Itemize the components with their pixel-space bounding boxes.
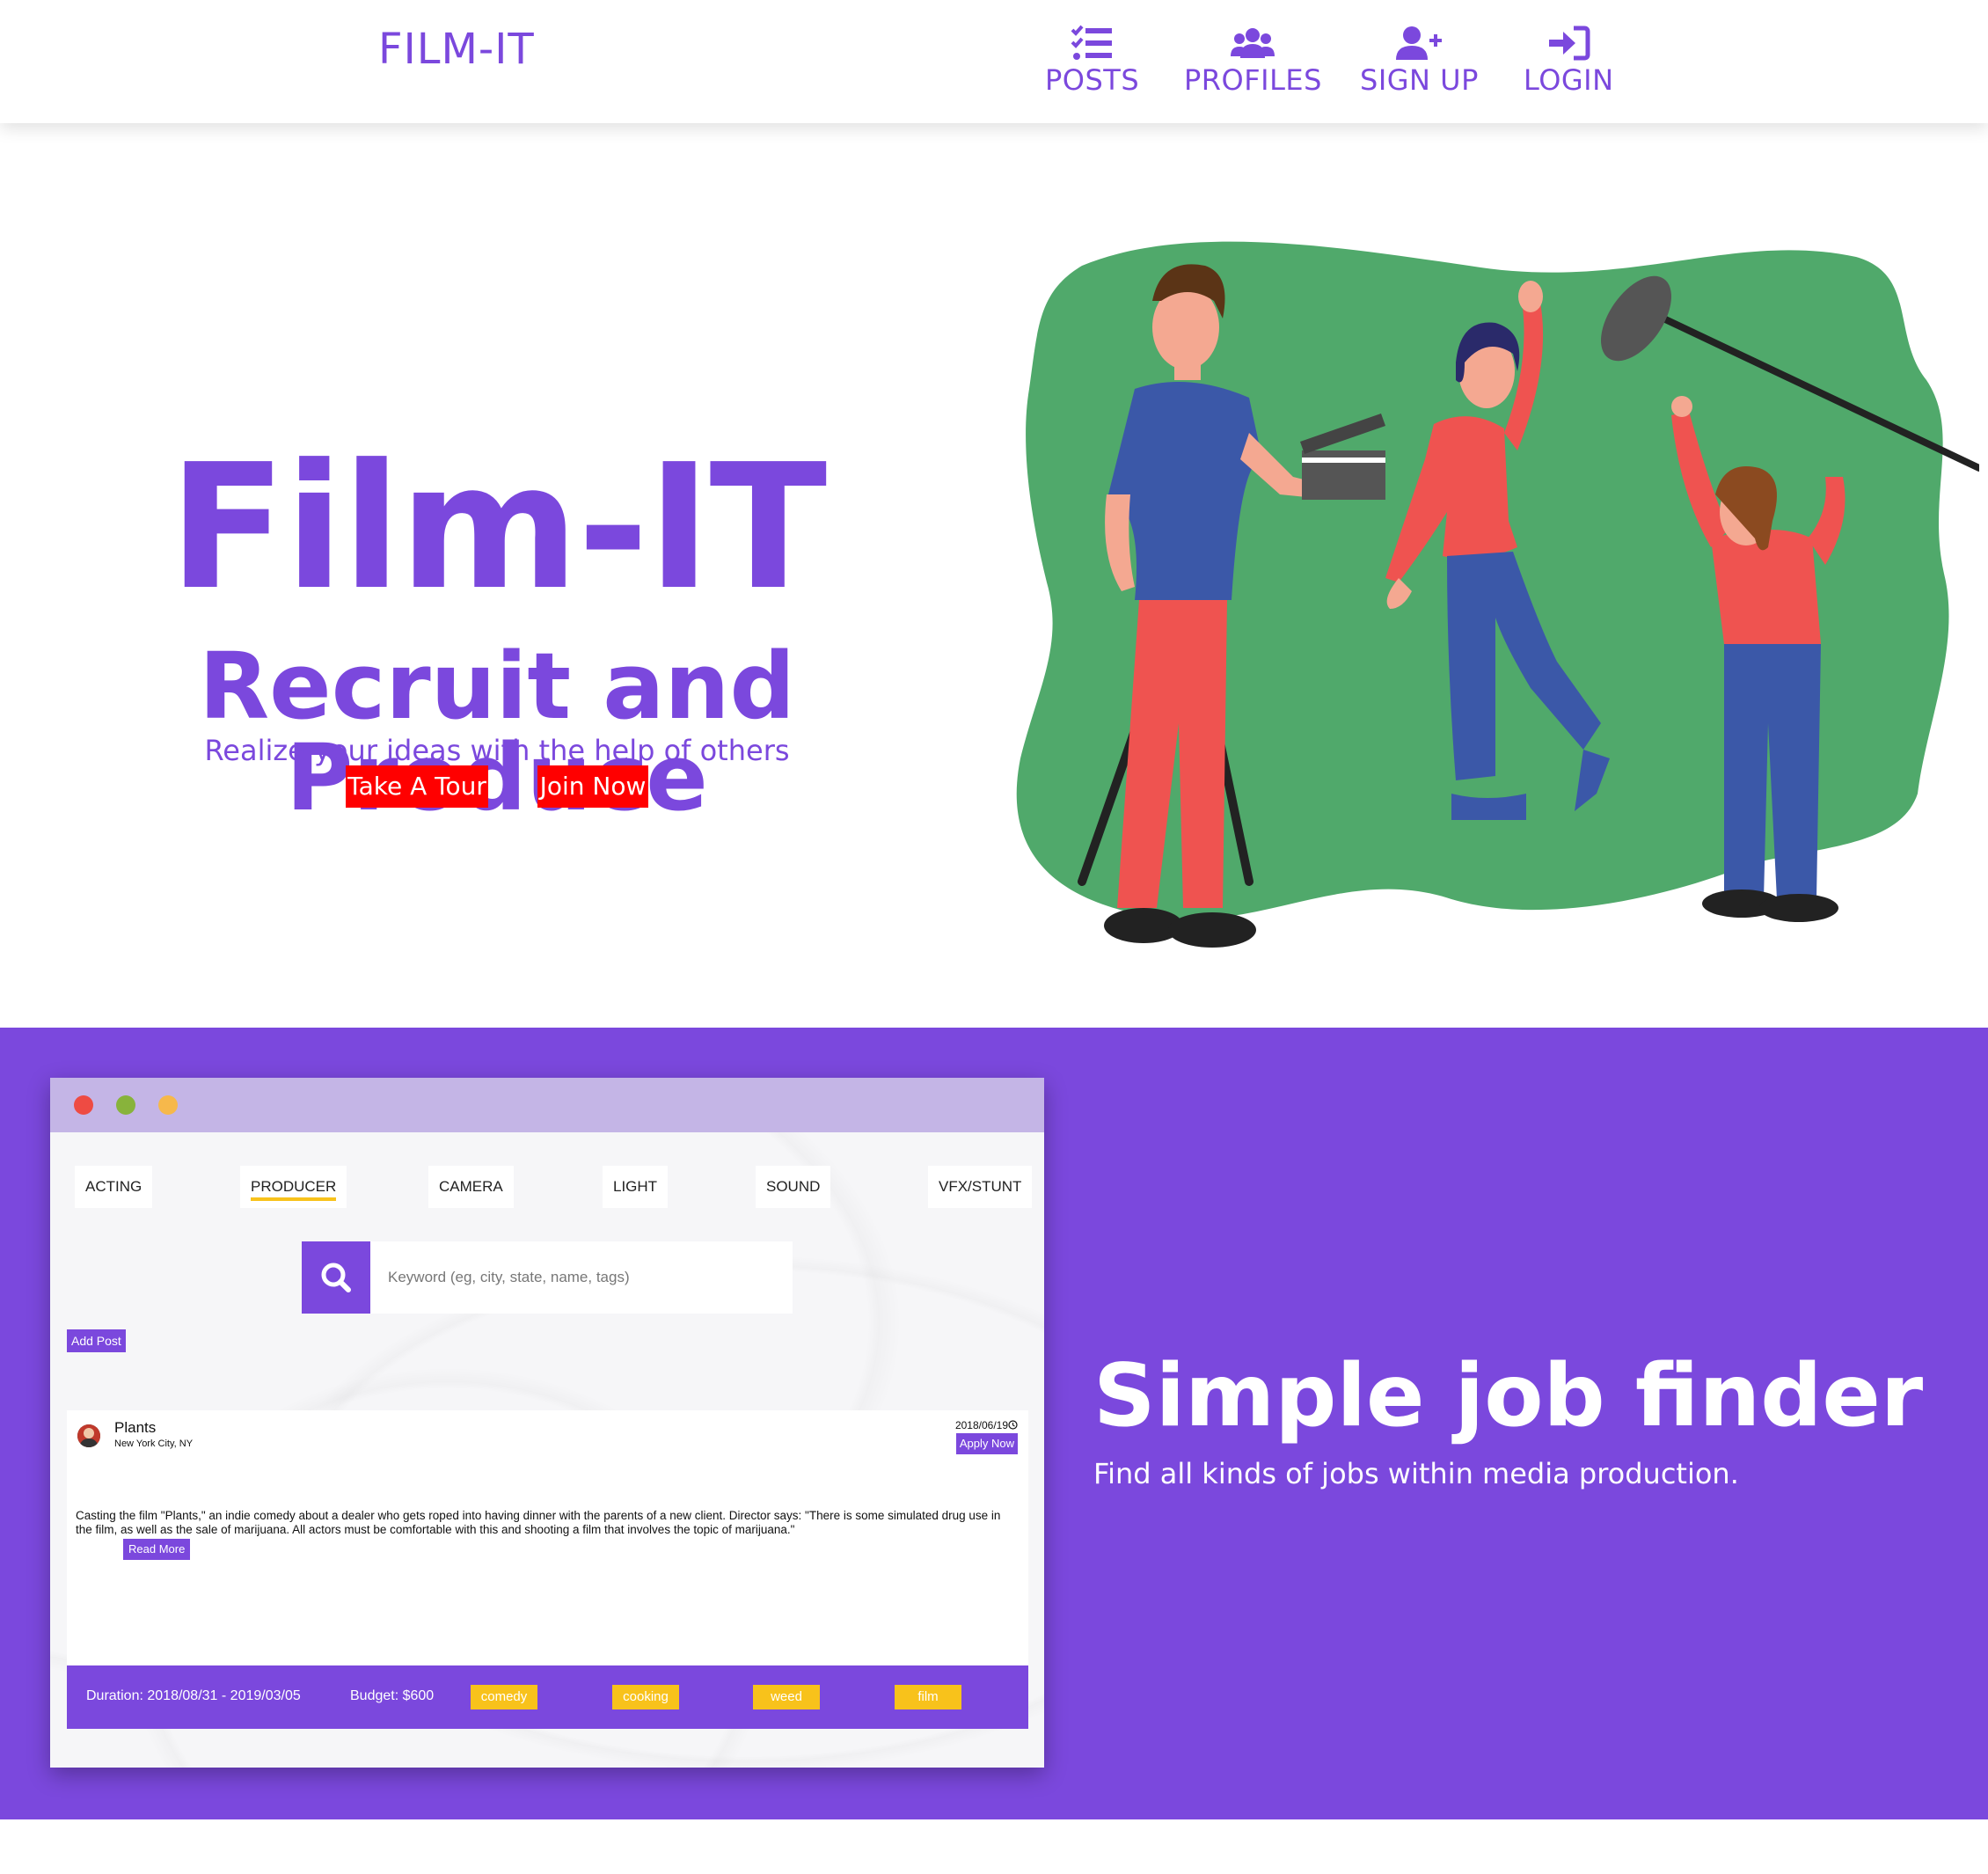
search-icon xyxy=(321,1263,351,1292)
tag-film[interactable]: film xyxy=(895,1685,961,1709)
tag-comedy[interactable]: comedy xyxy=(471,1685,537,1709)
category-tab-light[interactable]: LIGHT xyxy=(603,1166,669,1208)
nav-profiles[interactable]: PROFILES xyxy=(1184,25,1322,97)
film-crew-illustration xyxy=(1016,241,1979,948)
search-input[interactable] xyxy=(370,1241,793,1314)
nav-profiles-label: PROFILES xyxy=(1184,63,1322,97)
minimize-dot-icon xyxy=(158,1095,178,1115)
hero-subtitle: Recruit and Produce xyxy=(199,633,795,831)
read-more-button[interactable]: Read More xyxy=(123,1539,191,1560)
category-tab-vfx-stunt[interactable]: VFX/STUNT xyxy=(928,1166,1033,1208)
avatar xyxy=(77,1424,100,1447)
tasks-list-icon xyxy=(1071,25,1112,60)
feature-subtitle: Find all kinds of jobs within media prod… xyxy=(1093,1457,1739,1490)
apply-now-button[interactable]: Apply Now xyxy=(955,1433,1018,1454)
top-navbar: FILM-IT POSTS PROFILES SIGN UP LOGIN xyxy=(0,0,1988,123)
close-dot-icon xyxy=(74,1095,93,1115)
nav-signup[interactable]: SIGN UP xyxy=(1360,25,1479,97)
feature-title: Simple job finder xyxy=(1093,1346,1924,1446)
nav-posts[interactable]: POSTS xyxy=(1045,25,1139,97)
nav-login[interactable]: LOGIN xyxy=(1524,25,1614,97)
app-preview-window: ACTING PRODUCER CAMERA LIGHT SOUND VFX/S… xyxy=(50,1078,1044,1768)
hero-tagline: Realize your ideas with the help of othe… xyxy=(204,734,790,767)
feature-section: ACTING PRODUCER CAMERA LIGHT SOUND VFX/S… xyxy=(0,1028,1988,1819)
post-description: Casting the film "Plants," an indie come… xyxy=(76,1509,1001,1536)
search-button[interactable] xyxy=(302,1241,370,1314)
user-plus-icon xyxy=(1396,26,1443,60)
post-title[interactable]: Plants xyxy=(114,1419,156,1437)
nav-login-label: LOGIN xyxy=(1524,63,1614,97)
maximize-dot-icon xyxy=(116,1095,135,1115)
post-date: 2018/06/19 xyxy=(955,1419,1018,1431)
nav-posts-label: POSTS xyxy=(1045,63,1140,97)
add-post-button[interactable]: Add Post xyxy=(67,1329,126,1352)
category-tab-camera[interactable]: CAMERA xyxy=(428,1166,514,1208)
window-body: ACTING PRODUCER CAMERA LIGHT SOUND VFX/S… xyxy=(50,1132,1044,1768)
tag-weed[interactable]: weed xyxy=(753,1685,820,1709)
category-tab-producer[interactable]: PRODUCER xyxy=(240,1166,347,1208)
post-card: Plants New York City, NY 2018/06/19 Appl… xyxy=(67,1410,1028,1665)
nav-signup-label: SIGN UP xyxy=(1360,63,1479,97)
post-location: New York City, NY xyxy=(114,1438,194,1449)
users-icon xyxy=(1231,28,1275,58)
hero-title: Film-IT xyxy=(168,428,827,628)
window-title-bar xyxy=(50,1078,1044,1132)
tag-cooking[interactable]: cooking xyxy=(612,1685,679,1709)
take-tour-button[interactable]: Take A Tour xyxy=(346,765,488,808)
brand-logo[interactable]: FILM-IT xyxy=(378,25,535,74)
category-tab-sound[interactable]: SOUND xyxy=(756,1166,831,1208)
category-tab-acting[interactable]: ACTING xyxy=(75,1166,153,1208)
post-budget: Budget: $600 xyxy=(350,1688,435,1703)
sign-in-icon xyxy=(1549,26,1590,61)
post-duration: Duration: 2018/08/31 - 2019/03/05 xyxy=(86,1688,301,1703)
clock-icon xyxy=(1008,1420,1018,1430)
join-now-button[interactable]: Join Now xyxy=(537,765,648,808)
post-footer: Duration: 2018/08/31 - 2019/03/05 Budget… xyxy=(67,1665,1028,1729)
